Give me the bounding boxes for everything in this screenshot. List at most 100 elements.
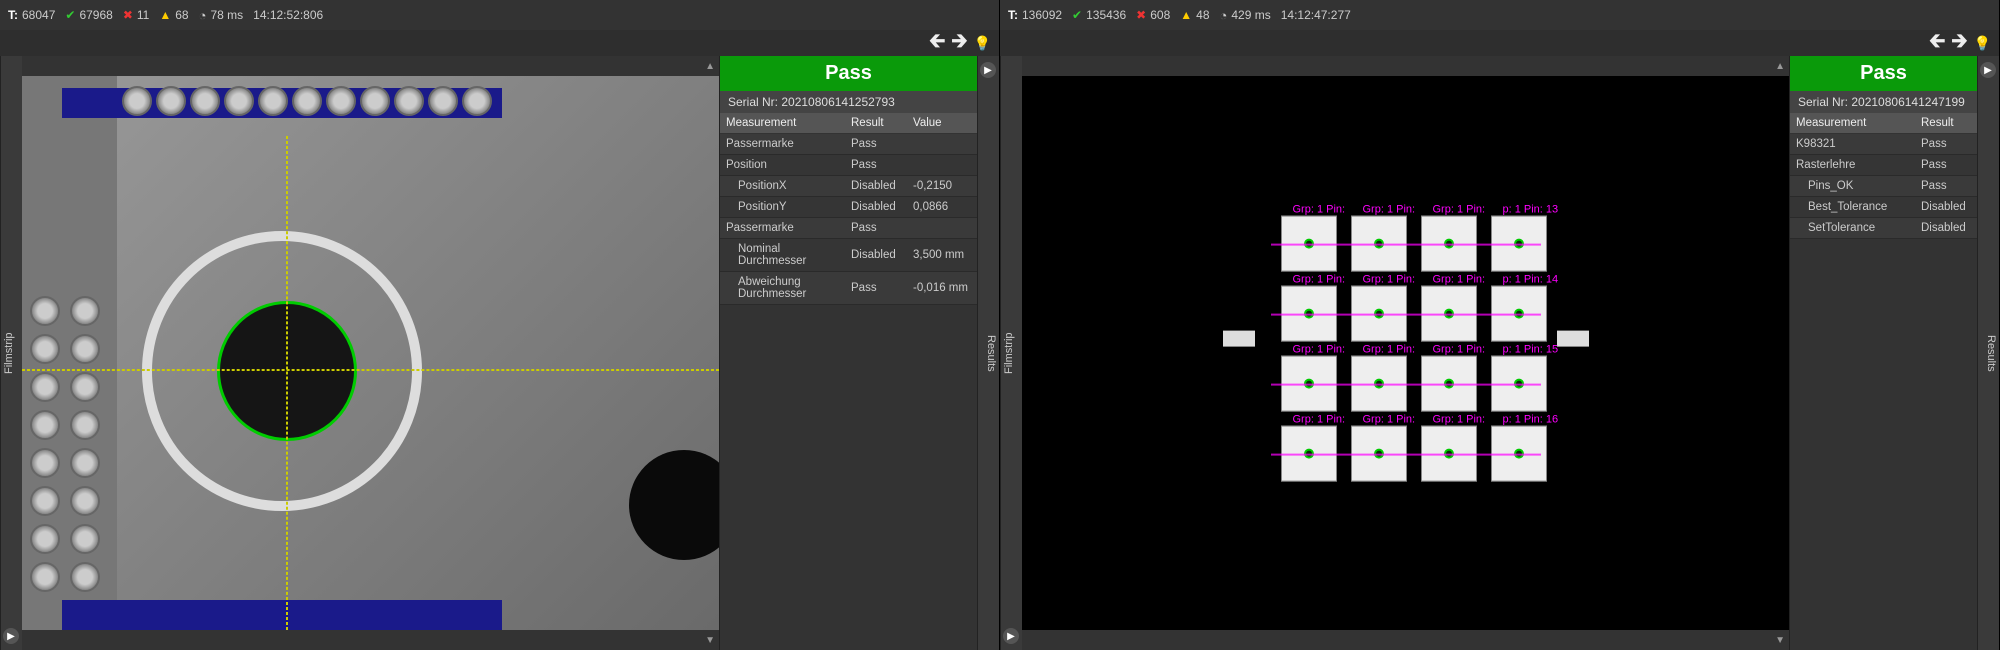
pass-icon: ✔ xyxy=(1072,8,1082,22)
cell-result: Disabled xyxy=(845,176,907,197)
cell-measurement: K98321 xyxy=(1790,134,1915,155)
cycle-ms: 429 ms xyxy=(1231,8,1270,22)
pin-label: Grp: 1 Pin: xyxy=(1293,204,1346,216)
expand-filmstrip-icon[interactable]: ▶ xyxy=(1003,628,1019,644)
scroll-up-icon[interactable]: ▲ xyxy=(705,61,715,72)
clock-icon: ◔ xyxy=(199,8,207,23)
timestamp: 14:12:47:277 xyxy=(1281,8,1351,22)
cell-measurement: Passermarke xyxy=(720,218,845,239)
cell-result: Pass xyxy=(1915,155,1977,176)
pin-label: Grp: 1 Pin: xyxy=(1293,344,1346,356)
results-tab[interactable]: ▶ Results xyxy=(1977,56,1999,650)
table-row[interactable]: PositionXDisabled-0,2150 xyxy=(720,176,977,197)
table-row[interactable]: K98321Pass xyxy=(1790,134,1977,155)
chip-image: Grp: 1 Pin: Grp: 1 Pin: Grp: 1 Pin: p: 1 Pi… xyxy=(1251,186,1561,496)
results-tab-label: Results xyxy=(1985,335,1997,372)
cell-value: -0,016 mm xyxy=(907,272,977,305)
bulb-icon[interactable]: 💡 xyxy=(1974,35,1991,52)
filmstrip-panel[interactable]: ▶ Filmstrip xyxy=(1000,56,1022,650)
viewer-toolbar: ▲ xyxy=(1022,56,1789,76)
next-arrow-icon[interactable]: 🡲 xyxy=(951,26,967,60)
inspection-pane-2: T: 136092 ✔ 135436 ✖ 608 ▲ 48 ◔ 429 ms 1… xyxy=(1000,0,2000,650)
scroll-up-icon[interactable]: ▲ xyxy=(1775,61,1785,72)
pin-label: Grp: 1 Pin: xyxy=(1363,344,1416,356)
cell-measurement: SetTolerance xyxy=(1790,218,1915,239)
cell-result: Disabled xyxy=(1915,218,1977,239)
table-row[interactable]: Nominal DurchmesserDisabled3,500 mm xyxy=(720,239,977,272)
pass-banner: Pass xyxy=(1790,56,1977,91)
table-row[interactable]: Best_ToleranceDisabled xyxy=(1790,197,1977,218)
cell-result: Pass xyxy=(845,272,907,305)
pin-label: Grp: 1 Pin: xyxy=(1363,414,1416,426)
pcb-image xyxy=(22,76,719,630)
cell-result: Disabled xyxy=(845,197,907,218)
scroll-down-icon[interactable]: ▼ xyxy=(705,635,715,646)
table-row[interactable]: Pins_OKPass xyxy=(1790,176,1977,197)
results-panel: Pass Serial Nr: 20210806141252793 Measur… xyxy=(720,56,977,650)
cell-measurement: Nominal Durchmesser xyxy=(720,239,845,272)
table-row[interactable]: SetToleranceDisabled xyxy=(1790,218,1977,239)
timestamp: 14:12:52:806 xyxy=(253,8,323,22)
table-row[interactable]: PassermarkePass xyxy=(720,218,977,239)
pin-label: p: 1 Pin: 13 xyxy=(1503,204,1559,216)
pin-label: Grp: 1 Pin: xyxy=(1433,414,1486,426)
prev-arrow-icon[interactable]: 🡰 xyxy=(929,26,945,60)
col-measurement[interactable]: Measurement xyxy=(1790,113,1915,134)
inspection-pane-1: T: 68047 ✔ 67968 ✖ 11 ▲ 68 ◔ 78 ms 14:12… xyxy=(0,0,1000,650)
table-row[interactable]: Abweichung DurchmesserPass-0,016 mm xyxy=(720,272,977,305)
cell-measurement: Rasterlehre xyxy=(1790,155,1915,176)
collapse-results-icon[interactable]: ▶ xyxy=(1980,62,1996,78)
viewer-canvas[interactable] xyxy=(22,76,719,630)
fail-icon: ✖ xyxy=(123,8,133,22)
pass-banner: Pass xyxy=(720,56,977,91)
expand-filmstrip-icon[interactable]: ▶ xyxy=(3,628,19,644)
table-row[interactable]: PositionYDisabled0,0866 xyxy=(720,197,977,218)
measurement-table: Measurement Result Value PassermarkePass… xyxy=(720,113,977,305)
clock-icon: ◔ xyxy=(1220,8,1228,23)
serial-row: Serial Nr: 20210806141252793 xyxy=(720,91,977,113)
cell-result: Pass xyxy=(845,155,907,176)
table-row[interactable]: PassermarkePass xyxy=(720,134,977,155)
pin-label: Grp: 1 Pin: xyxy=(1293,414,1346,426)
pin-label: Grp: 1 Pin: xyxy=(1433,344,1486,356)
results-panel: Pass Serial Nr: 20210806141247199 Measur… xyxy=(1790,56,1977,650)
results-tab[interactable]: ▶ Results xyxy=(977,56,999,650)
table-row[interactable]: PositionPass xyxy=(720,155,977,176)
filmstrip-panel[interactable]: ▶ Filmstrip xyxy=(0,56,22,650)
nav-row: 🡰 🡲 💡 xyxy=(1000,30,1999,56)
pin-label: Grp: 1 Pin: xyxy=(1363,204,1416,216)
t-label: T: xyxy=(1008,8,1018,22)
scroll-down-icon[interactable]: ▼ xyxy=(1775,635,1785,646)
t-count: 136092 xyxy=(1022,8,1062,22)
serial-value: 20210806141252793 xyxy=(781,95,894,109)
col-result[interactable]: Result xyxy=(1915,113,1977,134)
measurement-table: Measurement Result K98321PassRasterlehre… xyxy=(1790,113,1977,239)
pin-label: p: 1 Pin: 16 xyxy=(1503,414,1559,426)
cell-value xyxy=(907,218,977,239)
warn-count: 48 xyxy=(1196,8,1209,22)
cell-result: Pass xyxy=(845,218,907,239)
cell-value xyxy=(907,134,977,155)
warn-count: 68 xyxy=(175,8,188,22)
stats-bar: T: 68047 ✔ 67968 ✖ 11 ▲ 68 ◔ 78 ms 14:12… xyxy=(0,0,999,30)
collapse-results-icon[interactable]: ▶ xyxy=(980,62,996,78)
col-measurement[interactable]: Measurement xyxy=(720,113,845,134)
prev-arrow-icon[interactable]: 🡰 xyxy=(1929,26,1945,60)
cell-result: Pass xyxy=(845,134,907,155)
cell-value: 0,0866 xyxy=(907,197,977,218)
next-arrow-icon[interactable]: 🡲 xyxy=(1951,26,1967,60)
viewer-canvas[interactable]: Grp: 1 Pin: Grp: 1 Pin: Grp: 1 Pin: p: 1 Pi… xyxy=(1022,76,1789,630)
cell-measurement: PositionX xyxy=(720,176,845,197)
filmstrip-label: Filmstrip xyxy=(1003,332,1015,374)
bulb-icon[interactable]: 💡 xyxy=(974,35,991,52)
table-row[interactable]: RasterlehrePass xyxy=(1790,155,1977,176)
col-result[interactable]: Result xyxy=(845,113,907,134)
warn-icon: ▲ xyxy=(159,8,171,22)
col-value[interactable]: Value xyxy=(907,113,977,134)
cell-measurement: PositionY xyxy=(720,197,845,218)
cell-measurement: Passermarke xyxy=(720,134,845,155)
viewer: ▲ ▼ xyxy=(22,56,719,650)
pass-count: 135436 xyxy=(1086,8,1126,22)
fail-count: 608 xyxy=(1150,8,1170,22)
cell-value xyxy=(907,155,977,176)
